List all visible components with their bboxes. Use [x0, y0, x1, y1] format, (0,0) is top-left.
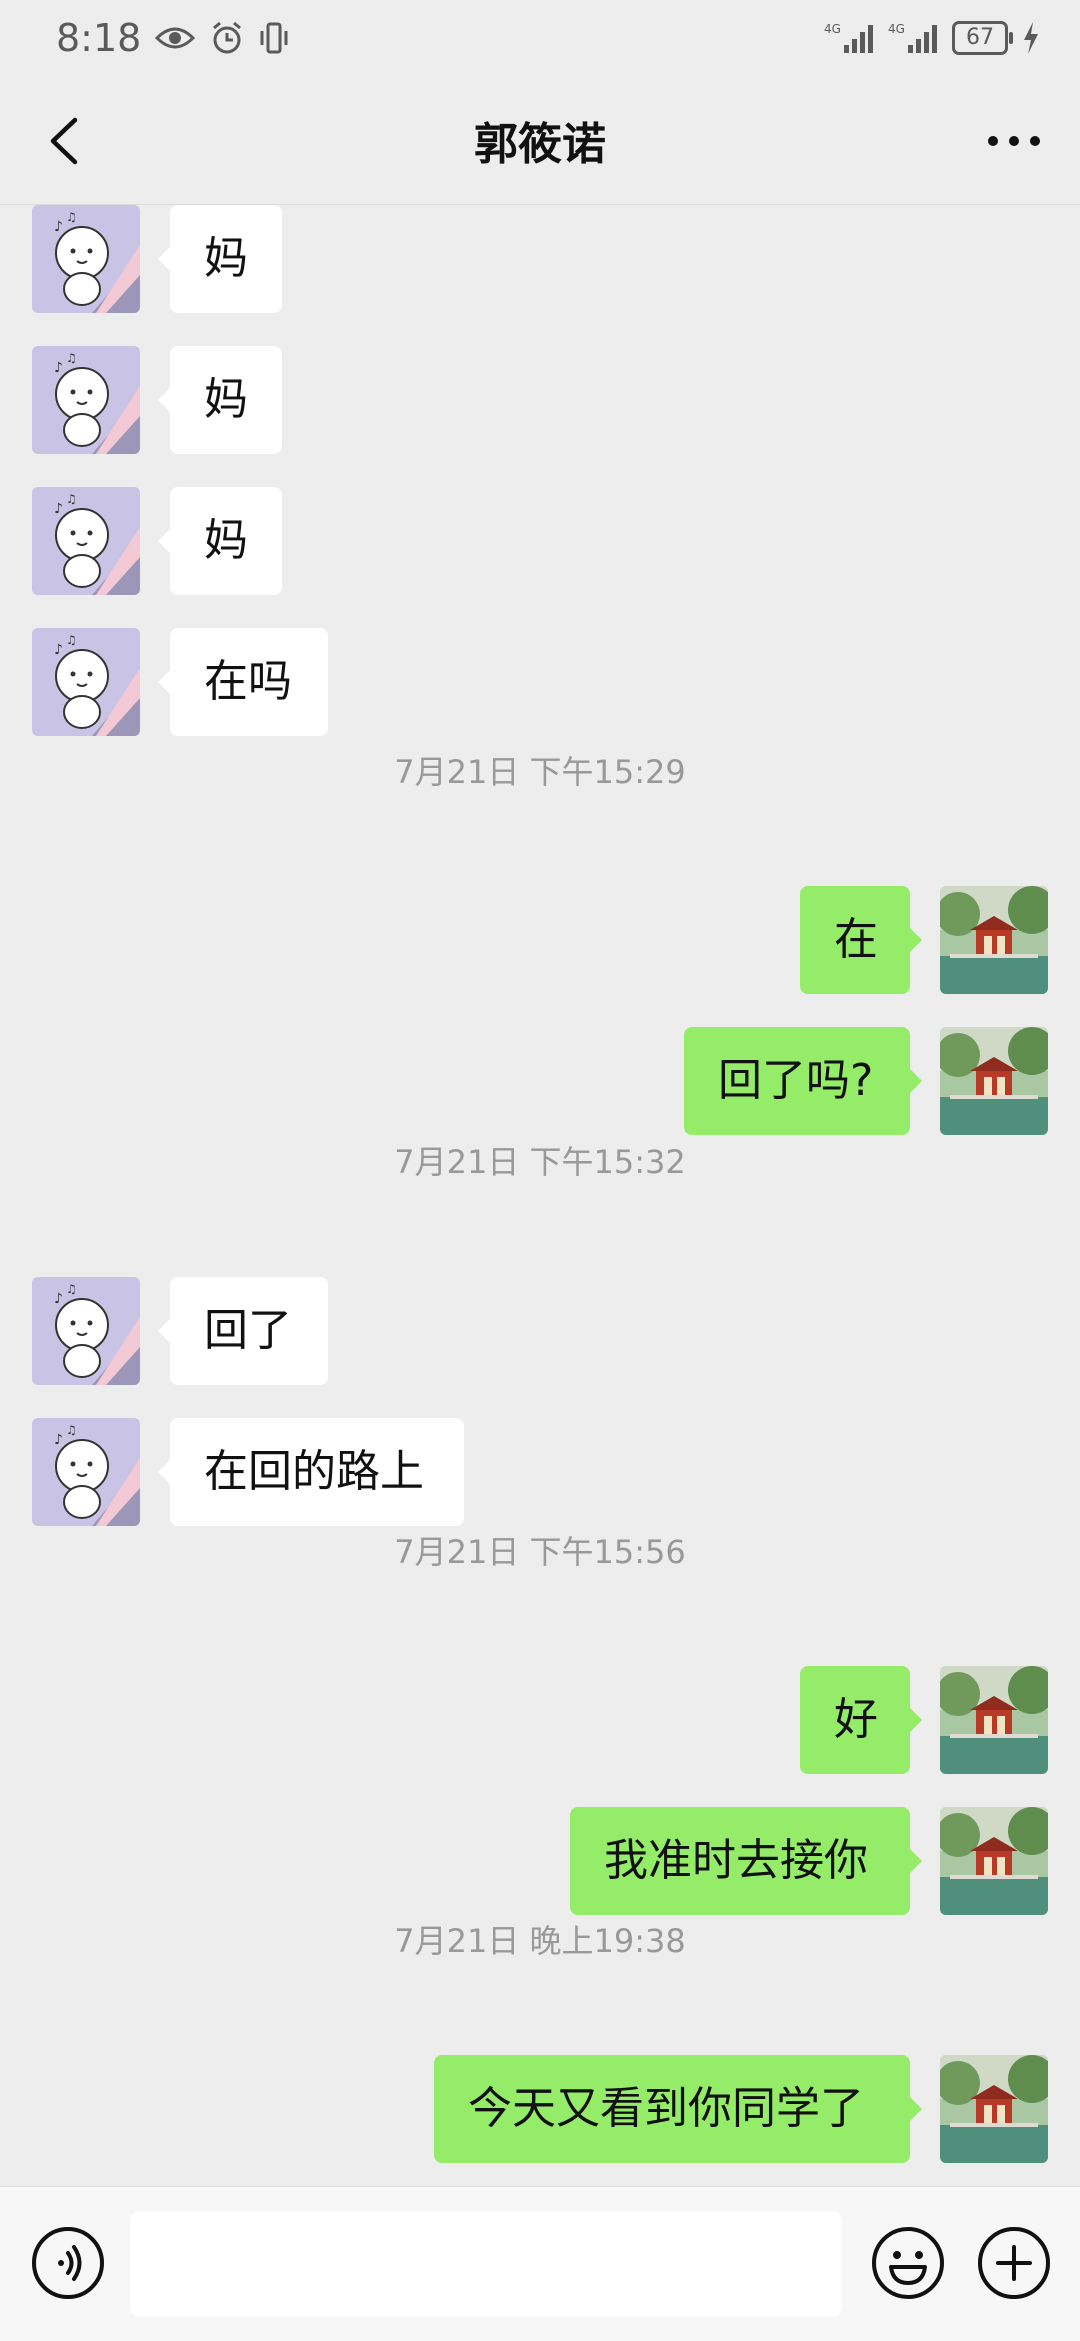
outgoing-message: 今天又看到你同学了: [0, 2055, 1080, 2165]
svg-text:♪: ♪: [54, 360, 63, 376]
svg-text:4G: 4G: [824, 22, 841, 36]
message-input[interactable]: [130, 2211, 842, 2317]
message-bubble[interactable]: 回了吗?: [684, 1027, 922, 1135]
message-bubble[interactable]: 妈: [158, 346, 282, 454]
contact-avatar[interactable]: ♪ ♫: [32, 487, 140, 595]
svg-text:♫: ♫: [66, 1423, 77, 1437]
svg-text:♫: ♫: [66, 210, 77, 224]
message-bubble[interactable]: 在回的路上: [158, 1418, 464, 1526]
svg-text:♫: ♫: [66, 492, 77, 506]
message-bubble[interactable]: 今天又看到你同学了: [434, 2055, 922, 2163]
status-bar: 8:18 4G 4G 67: [0, 0, 1080, 76]
message-bubble[interactable]: 在: [800, 886, 922, 994]
message-list[interactable]: ♪ ♫ 妈 ♪ ♫ 妈 ♪ ♫ 妈 ♪ ♫ 在吗 7月21日 下午15:29 在回了吗? 7月21日 下午1…: [0, 205, 1080, 2185]
chevron-left-icon: [50, 117, 78, 165]
timestamp: 7月21日 下午15:56: [394, 1533, 686, 1571]
message-bubble[interactable]: 我准时去接你: [570, 1807, 922, 1915]
chat-title: 郭筱诺: [474, 119, 606, 170]
svg-text:♪: ♪: [54, 501, 63, 517]
timestamp: 7月21日 晚上19:38: [394, 1922, 686, 1960]
battery-indicator: 67: [952, 21, 1013, 55]
my-avatar[interactable]: [940, 1666, 1048, 1774]
emoji-icon: [872, 2227, 944, 2299]
input-bar: [0, 2186, 1080, 2341]
incoming-message: ♪ ♫ 在回的路上: [0, 1418, 1080, 1528]
message-bubble[interactable]: 好: [800, 1666, 922, 1774]
voice-icon: [32, 2227, 104, 2299]
incoming-message: ♪ ♫ 妈: [0, 487, 1080, 597]
message-bubble[interactable]: 妈: [158, 487, 282, 595]
contact-avatar[interactable]: ♪ ♫: [32, 1277, 140, 1385]
status-bar-right: 4G 4G 67: [824, 21, 1040, 55]
svg-text:♪: ♪: [54, 642, 63, 658]
my-avatar[interactable]: [940, 2055, 1048, 2163]
svg-text:4G: 4G: [888, 22, 905, 36]
message-bubble[interactable]: 在吗: [158, 628, 328, 736]
svg-text:♫: ♫: [66, 351, 77, 365]
message-bubble[interactable]: 回了: [158, 1277, 328, 1385]
chat-header: 郭筱诺: [0, 76, 1080, 205]
contact-avatar[interactable]: ♪ ♫: [32, 1418, 140, 1526]
contact-avatar[interactable]: ♪ ♫: [32, 346, 140, 454]
back-button[interactable]: [30, 106, 100, 176]
incoming-message: ♪ ♫ 在吗: [0, 628, 1080, 738]
svg-text:♪: ♪: [54, 1432, 63, 1448]
signal-icon-2: 4G: [888, 21, 938, 55]
my-avatar[interactable]: [940, 1027, 1048, 1135]
message-bubble[interactable]: 妈: [158, 205, 282, 313]
svg-text:♪: ♪: [54, 1291, 63, 1307]
more-button[interactable]: [974, 106, 1054, 176]
my-avatar[interactable]: [940, 1807, 1048, 1915]
my-avatar[interactable]: [940, 886, 1048, 994]
timestamp: 7月21日 下午15:29: [394, 753, 686, 791]
svg-text:♫: ♫: [66, 633, 77, 647]
eye-icon: [155, 24, 196, 52]
charging-icon: [1022, 22, 1040, 54]
contact-avatar[interactable]: ♪ ♫: [32, 628, 140, 736]
plus-button[interactable]: [974, 2223, 1054, 2303]
voice-button[interactable]: [28, 2223, 108, 2303]
vibrate-icon: [259, 21, 289, 55]
outgoing-message: 好: [0, 1666, 1080, 1776]
plus-icon: [978, 2227, 1050, 2299]
status-bar-left: 8:18: [56, 16, 289, 60]
timestamp: 7月21日 下午15:32: [394, 1143, 686, 1181]
signal-icon: 4G: [824, 21, 874, 55]
outgoing-message: 在: [0, 886, 1080, 996]
svg-text:♪: ♪: [54, 219, 63, 235]
alarm-icon: [209, 20, 245, 56]
incoming-message: ♪ ♫ 妈: [0, 205, 1080, 315]
incoming-message: ♪ ♫ 回了: [0, 1277, 1080, 1387]
more-dots-icon: [988, 136, 1040, 146]
svg-text:♫: ♫: [66, 1282, 77, 1296]
contact-avatar[interactable]: ♪ ♫: [32, 205, 140, 313]
outgoing-message: 回了吗?: [0, 1027, 1080, 1137]
status-time: 8:18: [56, 16, 142, 60]
emoji-button[interactable]: [868, 2223, 948, 2303]
outgoing-message: 我准时去接你: [0, 1807, 1080, 1917]
incoming-message: ♪ ♫ 妈: [0, 346, 1080, 456]
